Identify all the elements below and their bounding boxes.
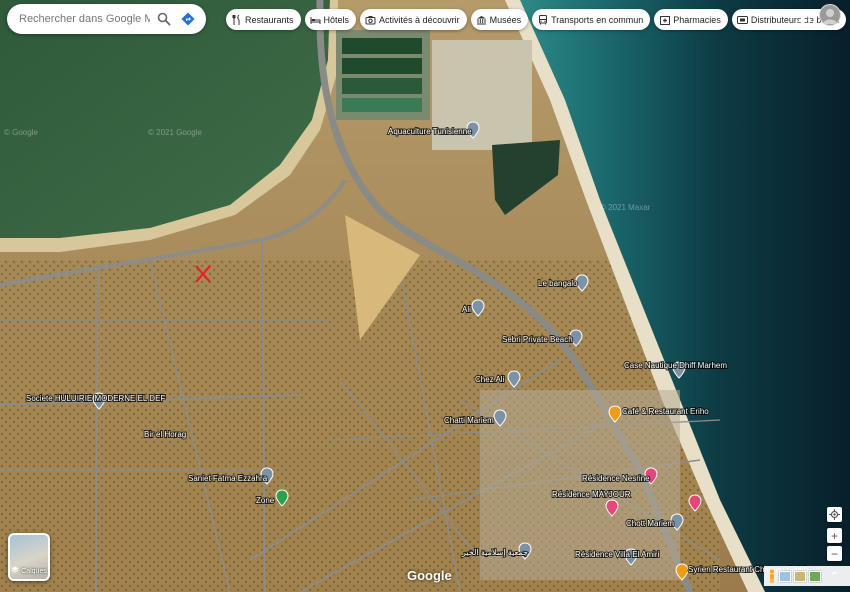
svg-text:Le bangalo: Le bangalo [538,279,578,288]
svg-text:Chez Ali: Chez Ali [475,375,505,384]
svg-text:Café & Restaurant Eriho: Café & Restaurant Eriho [622,407,709,416]
svg-text:Aquaculture Tunisienne: Aquaculture Tunisienne [388,127,472,136]
layers-label: Calques [21,567,47,575]
view-thumbnail[interactable] [809,570,821,582]
chip-label: Transports en commun [551,14,644,25]
category-chips: Restaurants Hôtels Activités à découvrir… [226,9,847,30]
svg-text:Chott Mariem: Chott Mariem [626,519,674,528]
pharmacy-icon [659,14,670,25]
layers-icon [11,566,19,576]
atm-icon [736,14,748,25]
svg-text:Bir el Horag: Bir el Horag [144,430,186,439]
view-thumbnail[interactable] [779,570,791,582]
chip-restaurants[interactable]: Restaurants [226,9,301,30]
my-location-icon[interactable] [827,507,842,522]
bed-icon [310,14,321,25]
svg-text:Case Nautique Dhiff Marhem: Case Nautique Dhiff Marhem [624,361,727,370]
zoom-in-button[interactable]: + [827,528,842,543]
apps-grid-icon[interactable] [797,8,813,24]
map-credit: © 2021 Maxar [600,203,651,212]
pegman-icon[interactable] [768,569,776,583]
svg-text:Ali: Ali [462,305,471,314]
svg-text:Résidence Nesrine: Résidence Nesrine [582,474,650,483]
svg-text:Zone: Zone [256,496,275,505]
search-input[interactable] [19,13,150,25]
map-credit: © Google [4,128,38,137]
svg-text:Sebri Private Beach: Sebri Private Beach [502,335,573,344]
account-avatar[interactable] [819,4,841,26]
chip-label: Restaurants [245,14,294,25]
place-bir-el-horag[interactable]: Bir el Horag [143,429,187,440]
camera-icon [365,14,376,25]
map-credit: © 2021 Google [148,128,202,137]
chip-museums[interactable]: Musées [470,9,529,30]
chip-label: Hôtels [323,14,350,25]
svg-text:Résidence MAYJOUR: Résidence MAYJOUR [552,490,631,499]
zoom-out-button[interactable]: − [827,546,842,561]
bus-icon [537,14,548,25]
chip-activities[interactable]: Activités à découvrir [360,9,467,30]
satellite-map[interactable]: © Google © 2021 Google © 2021 Maxar Aqua… [0,0,850,592]
chip-label: Activités à découvrir [379,14,460,25]
directions-icon[interactable] [178,9,198,29]
chip-label: Pharmacies [673,14,721,25]
fork-knife-icon [231,14,242,25]
museum-icon [476,14,487,25]
google-logo: Google [407,568,452,583]
layers-button[interactable]: Calques [8,533,50,581]
svg-text:Saniet Fatma Ezzahra: Saniet Fatma Ezzahra [188,474,268,483]
chip-transit[interactable]: Transports en commun [532,9,651,30]
bottom-toolbar [764,566,850,586]
chip-hotels[interactable]: Hôtels [304,9,357,30]
search-box[interactable] [7,4,206,34]
svg-text:جمعية إسلامية الخير: جمعية إسلامية الخير [461,548,528,557]
chip-label: Musées [489,14,522,25]
search-icon[interactable] [154,9,174,29]
view-thumbnail[interactable] [794,570,806,582]
svg-text:Chatti Mariem: Chatti Mariem [444,416,494,425]
chip-pharmacies[interactable]: Pharmacies [654,9,728,30]
svg-text:Societe HULUIRIE MODERNE EL DE: Societe HULUIRIE MODERNE EL DEF [26,394,165,403]
svg-text:Résidence Villa El Amiri: Résidence Villa El Amiri [575,550,660,559]
